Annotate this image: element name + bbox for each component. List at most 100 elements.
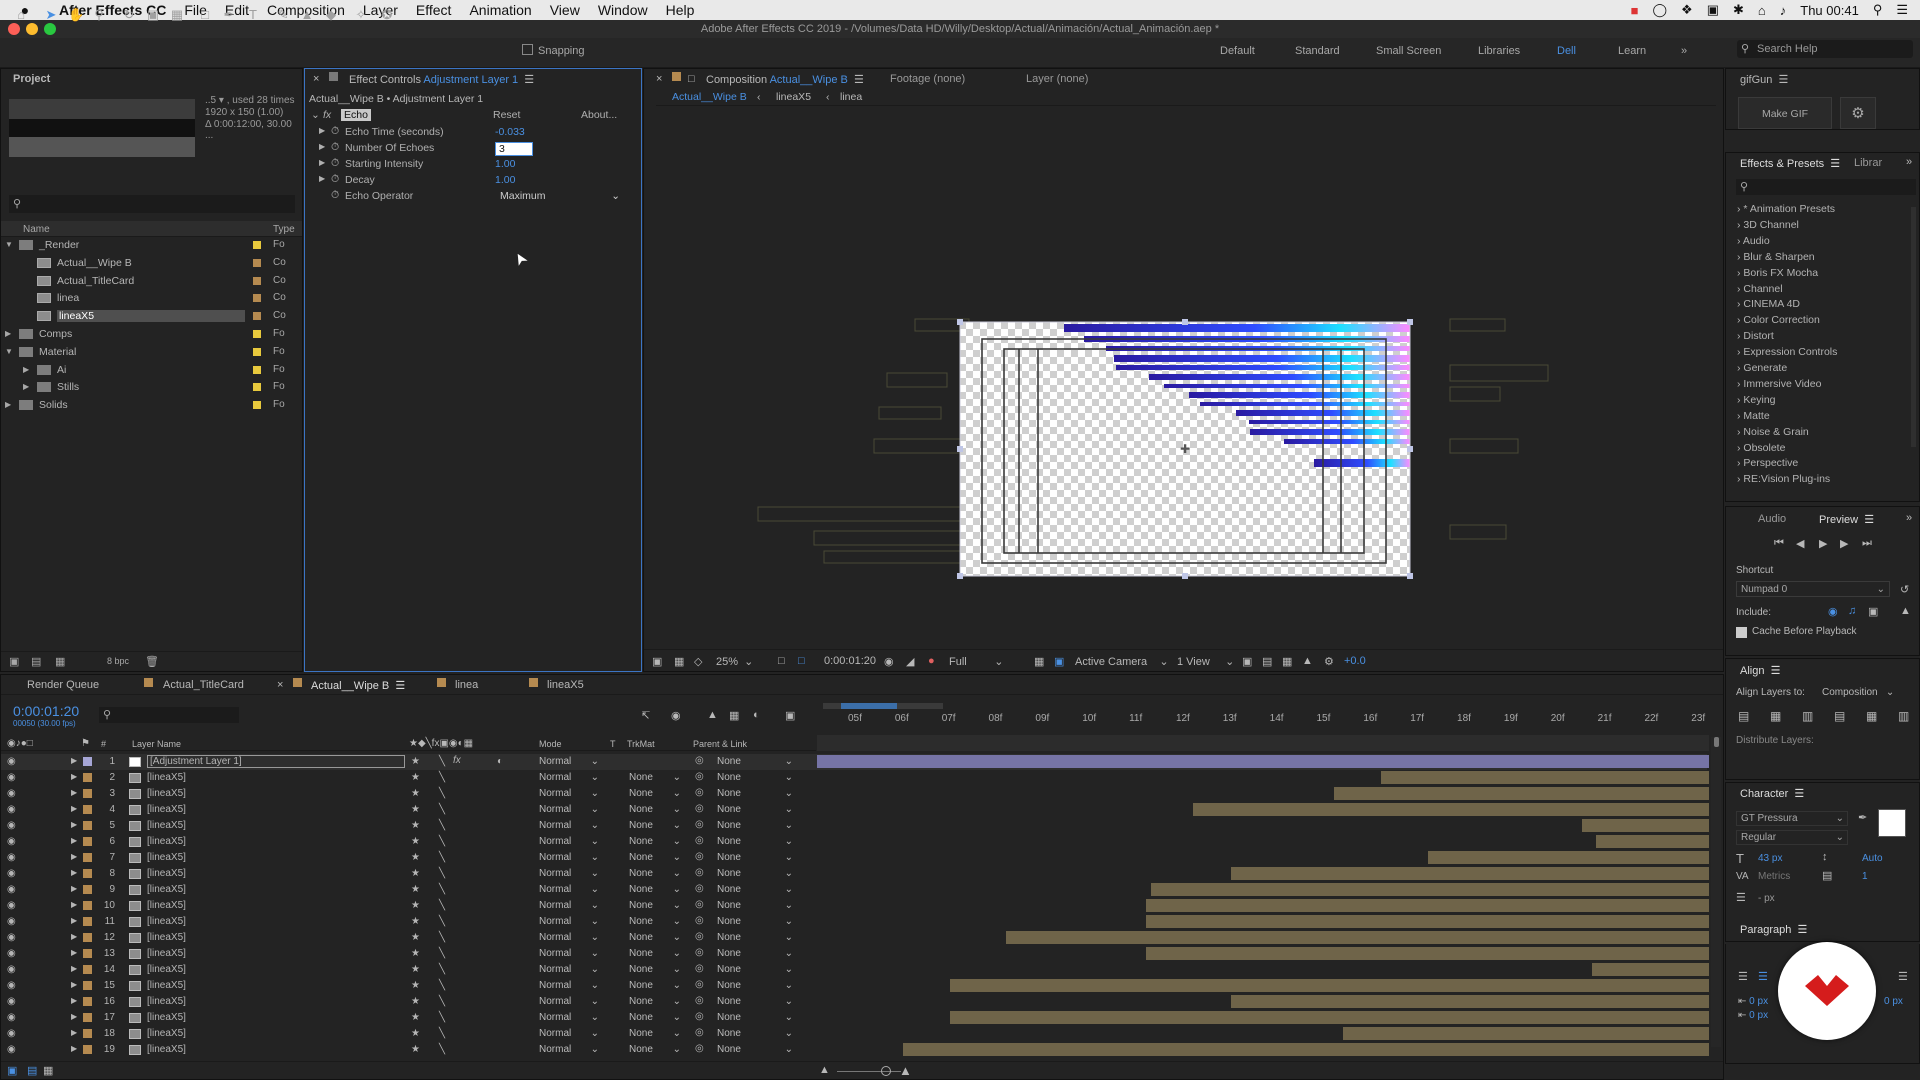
label-color-swatch[interactable] [83, 949, 92, 958]
pick-whip-icon[interactable]: ◎ [695, 867, 704, 878]
layer-name[interactable]: [lineaX5] [147, 964, 186, 975]
clock[interactable]: Thu 00:41 [1800, 3, 1859, 18]
parent-select[interactable]: None ⌄ [717, 804, 793, 815]
disclosure-triangle-icon[interactable]: ▼ [5, 347, 13, 356]
table-row[interactable]: ◉ ▶ ★ ╲ 19 [lineaX5] Normal ⌄ None ⌄ ◎ None ⌄ [1, 1042, 1709, 1058]
pick-whip-icon[interactable]: ◎ [695, 1043, 704, 1054]
record-icon[interactable]: ■ [1631, 3, 1639, 18]
font-style-select[interactable]: Regular ⌄ [1736, 830, 1848, 845]
preset-category[interactable]: › Color Correction [1737, 314, 1820, 326]
pick-whip-icon[interactable]: ◎ [695, 851, 704, 862]
layer-duration-bar[interactable] [1193, 803, 1709, 816]
effects-scrollbar[interactable] [1911, 207, 1916, 447]
draft-3d-icon[interactable]: ◉ [671, 709, 681, 722]
trkmat-select[interactable]: None ⌄ [629, 820, 681, 831]
disclosure-triangle-icon[interactable]: ▶ [23, 382, 29, 391]
expand-layer-icon[interactable]: ▶ [71, 820, 77, 829]
magnification-icon[interactable]: ▣ [652, 655, 662, 668]
trkmat-select[interactable]: None ⌄ [629, 884, 681, 895]
quality-switch-icon[interactable]: ╲ [439, 820, 445, 831]
preset-category[interactable]: › Audio [1737, 235, 1770, 247]
layer-duration-bar[interactable] [1427, 851, 1709, 864]
stopwatch-icon[interactable]: ⏱ [331, 173, 339, 186]
menu-view[interactable]: View [541, 2, 589, 18]
layer-duration-bar[interactable] [902, 1043, 1709, 1056]
zoom-window-icon[interactable] [44, 23, 56, 35]
effects-search-field[interactable]: ⚲ [1736, 179, 1916, 195]
effect-param-value[interactable]: -0.033 [495, 126, 525, 138]
preset-category[interactable]: › CINEMA 4D [1737, 298, 1800, 310]
shy-layers-icon[interactable]: ▲ [707, 709, 718, 721]
preset-category[interactable]: › Blur & Sharpen [1737, 251, 1815, 263]
label-color-swatch[interactable] [83, 773, 92, 782]
blend-mode-select[interactable]: Normal ⌄ [539, 980, 599, 991]
mask-visibility-icon[interactable]: ◇ [694, 655, 702, 668]
parent-select[interactable]: None ⌄ [717, 836, 793, 847]
pick-whip-icon[interactable]: ◎ [695, 771, 704, 782]
eye-visibility-icon[interactable]: ◉ [7, 868, 16, 879]
layer-name[interactable]: [lineaX5] [147, 1012, 186, 1023]
quality-switch-icon[interactable]: ╲ [439, 900, 445, 911]
reset-link[interactable]: Reset [493, 109, 520, 121]
eye-visibility-icon[interactable]: ◉ [7, 932, 16, 943]
disclosure-triangle-icon[interactable]: ▶ [319, 126, 325, 135]
blend-mode-select[interactable]: Normal ⌄ [539, 1044, 599, 1055]
font-size-value[interactable]: 43 px [1758, 853, 1782, 864]
eye-visibility-icon[interactable]: ◉ [7, 788, 16, 799]
expand-layer-icon[interactable]: ▶ [71, 964, 77, 973]
eye-visibility-icon[interactable]: ◉ [7, 804, 16, 815]
label-color-swatch[interactable] [253, 401, 261, 410]
menu-animation[interactable]: Animation [460, 2, 540, 18]
cache-checkbox[interactable] [1736, 627, 1747, 638]
timeline-current-time[interactable]: 0:00:01:20 [13, 703, 79, 719]
workspace-dell[interactable]: Dell [1557, 45, 1576, 57]
quality-switch-icon[interactable]: ╲ [439, 1028, 445, 1039]
layer-duration-bar[interactable] [1151, 883, 1709, 896]
font-family-select[interactable]: GT Pressura ⌄ [1736, 811, 1848, 826]
eye-visibility-icon[interactable]: ◉ [7, 980, 16, 991]
label-color-swatch[interactable] [83, 789, 92, 798]
layer-name[interactable]: [lineaX5] [147, 932, 186, 943]
brush-tool-icon[interactable]: ✎ [276, 8, 290, 22]
blend-mode-select[interactable]: Normal ⌄ [539, 772, 599, 783]
label-color-swatch[interactable] [253, 294, 261, 303]
parent-select[interactable]: None ⌄ [717, 980, 793, 991]
timeline-icon[interactable]: ▦ [1282, 655, 1292, 668]
trkmat-select[interactable]: None ⌄ [629, 900, 681, 911]
parent-select[interactable]: None ⌄ [717, 820, 793, 831]
layer-duration-bar[interactable] [1380, 771, 1709, 784]
pick-whip-icon[interactable]: ◎ [695, 963, 704, 974]
pick-whip-icon[interactable]: ◎ [695, 915, 704, 926]
project-item[interactable]: ▶ Comps Fo [1, 326, 301, 343]
shy-switch-icon[interactable]: ★ [411, 932, 420, 943]
eye-visibility-icon[interactable]: ◉ [7, 1044, 16, 1055]
table-row[interactable]: ◉ ▶ ★ ╲ 13 [lineaX5] Normal ⌄ None ⌄ ◎ None ⌄ [1, 946, 1709, 962]
zoom-slider-track[interactable] [837, 1071, 901, 1072]
rotate-tool-icon[interactable]: ↻ [122, 8, 136, 22]
shy-switch-icon[interactable]: ★ [411, 900, 420, 911]
spotlight-icon[interactable]: ⚲ [1873, 2, 1883, 18]
gifgun-tab[interactable]: gifGun ☰ [1740, 73, 1788, 86]
av-features-icon[interactable]: ◉♪●□ [7, 738, 33, 749]
table-row[interactable]: ◉ ▶ ★ ╲ 18 [lineaX5] Normal ⌄ None ⌄ ◎ None ⌄ [1, 1026, 1709, 1042]
workspace-default[interactable]: Default [1220, 45, 1255, 57]
pick-whip-icon[interactable]: ◎ [695, 1011, 704, 1022]
blend-mode-select[interactable]: Normal ⌄ [539, 964, 599, 975]
label-color-swatch[interactable] [83, 757, 92, 766]
blend-mode-select[interactable]: Normal ⌄ [539, 788, 599, 799]
project-item[interactable]: lineaX5 Co [1, 308, 301, 325]
frame-blending-icon[interactable]: ▦ [729, 709, 739, 722]
parent-select[interactable]: None ⌄ [717, 996, 793, 1007]
camera-select[interactable]: Active Camera ⌄ [1075, 655, 1169, 668]
disclosure-triangle-icon[interactable]: ▶ [5, 400, 11, 409]
pick-whip-icon[interactable]: ◎ [695, 755, 704, 766]
column-name[interactable]: Name [23, 224, 50, 235]
bluetooth-icon[interactable]: ✱ [1733, 2, 1744, 18]
disclosure-triangle-icon[interactable]: ▶ [319, 158, 325, 167]
trkmat-select[interactable]: None ⌄ [629, 788, 681, 799]
label-color-swatch[interactable] [83, 837, 92, 846]
effects-presets-tab[interactable]: Effects & Presets ☰ [1740, 157, 1840, 170]
eye-visibility-icon[interactable]: ◉ [7, 1028, 16, 1039]
table-row[interactable]: ◉ ▶ ★ ╲ fx ◐ 1 [Adjustment Layer 1] Normal ⌄ ◎ None… [1, 754, 1709, 770]
shy-switch-icon[interactable]: ★ [411, 948, 420, 959]
